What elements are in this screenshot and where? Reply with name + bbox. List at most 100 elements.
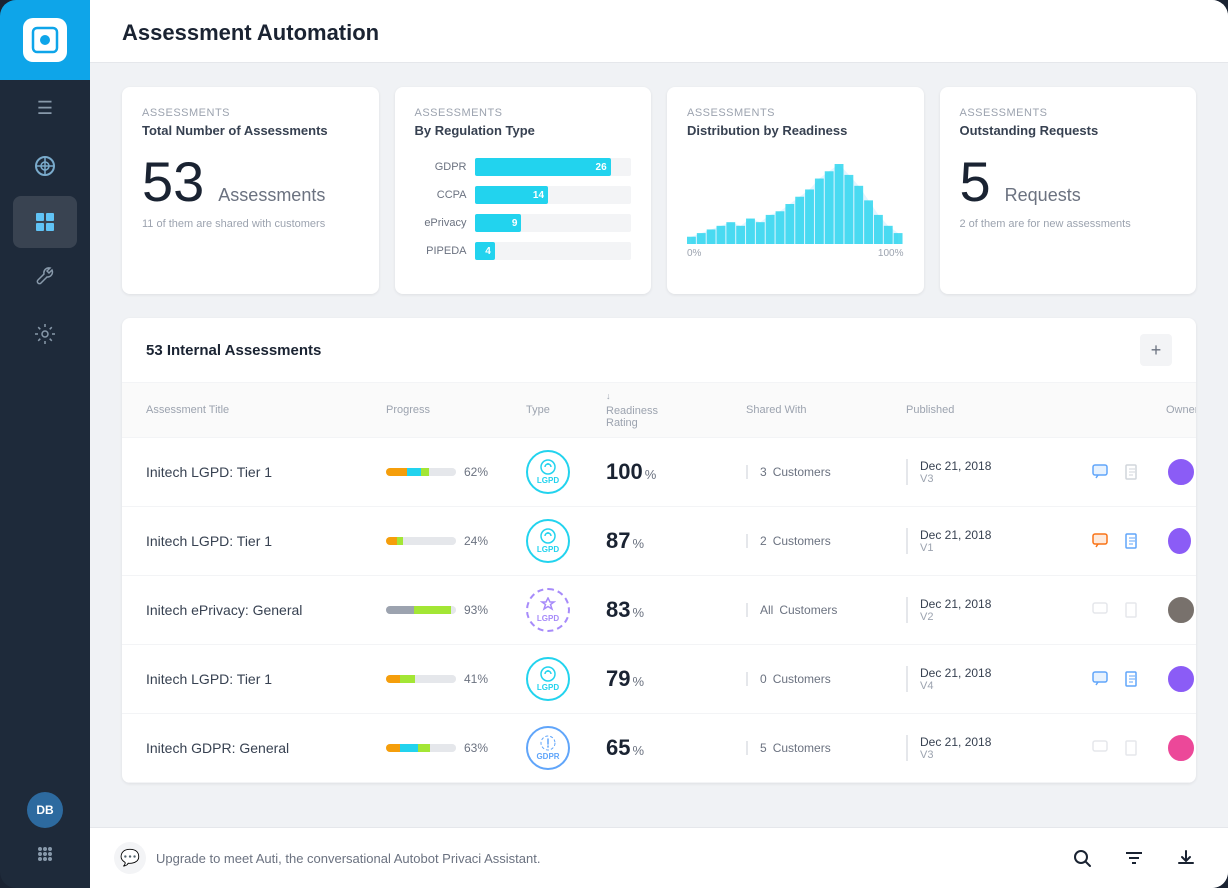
stat-title-regulation: By Regulation Type — [415, 123, 632, 138]
shared-count: 3 — [760, 465, 767, 479]
bar-label: CCPA — [415, 189, 467, 201]
readiness-cell: 87 % — [606, 528, 746, 554]
total-unit: Assessments — [218, 185, 325, 206]
shared-label: Customers — [773, 672, 831, 686]
assessment-name: Initech LGPD: Tier 1 — [146, 464, 386, 480]
progress-segment — [386, 468, 407, 476]
progress-pct: 63% — [464, 741, 488, 755]
readiness-unit: % — [632, 536, 644, 551]
readiness-value: 87 — [606, 528, 630, 554]
owner-avatar — [1166, 526, 1193, 556]
progress-bar-wrapper: 24% — [386, 534, 526, 548]
assessment-name: Initech LGPD: Tier 1 — [146, 671, 386, 687]
owners-cell: +2 ⋮ — [1166, 526, 1196, 556]
user-avatar[interactable]: DB — [27, 792, 63, 828]
stat-title-total: Total Number of Assessments — [142, 123, 359, 138]
stat-card-total: Assessments Total Number of Assessments … — [122, 87, 379, 294]
add-button[interactable]: + — [1140, 334, 1172, 366]
outstanding-sub: 2 of them are for new assessments — [960, 218, 1177, 230]
table-row: Initech LGPD: Tier 1 41% LGPD 79 % 0 Cus… — [122, 645, 1196, 714]
col-assessment-title: Assessment Title — [146, 391, 386, 429]
distribution-chart — [687, 154, 904, 244]
file-action-btn[interactable] — [1118, 665, 1146, 693]
progress-track — [386, 537, 456, 545]
sidebar-item-dashboard[interactable] — [13, 196, 77, 248]
published-cell: Dec 21, 2018 V1 — [906, 528, 1086, 554]
logo-icon — [23, 18, 67, 62]
menu-toggle[interactable]: ☰ — [0, 84, 90, 132]
progress-pct: 41% — [464, 672, 488, 686]
type-cell: LGPD — [526, 588, 606, 632]
readiness-value: 79 — [606, 666, 630, 692]
readiness-unit: % — [632, 605, 644, 620]
stat-title-distribution: Distribution by Readiness — [687, 123, 904, 138]
readiness-unit: % — [632, 743, 644, 758]
progress-segments — [386, 675, 456, 683]
owner-avatar — [1166, 733, 1196, 763]
bar-fill: 9 — [475, 214, 522, 232]
table-header: 53 Internal Assessments + — [122, 318, 1196, 383]
type-cell: LGPD — [526, 519, 606, 563]
chat-action-btn[interactable] — [1086, 458, 1114, 486]
sidebar: ☰ — [0, 0, 90, 888]
chat-action-btn[interactable] — [1086, 527, 1114, 555]
progress-segments — [386, 606, 456, 614]
pub-version: V1 — [920, 542, 1086, 554]
main-content: Assessment Automation Assessments Total … — [90, 0, 1228, 888]
shared-count: All — [760, 603, 773, 617]
file-action-btn[interactable] — [1118, 458, 1146, 486]
published-cell: Dec 21, 2018 V2 — [906, 597, 1086, 623]
type-label: LGPD — [537, 476, 559, 485]
readiness-unit: % — [645, 467, 657, 482]
progress-track — [386, 468, 456, 476]
published-cell: Dec 21, 2018 V3 — [906, 735, 1086, 761]
sidebar-item-settings[interactable] — [13, 308, 77, 360]
col-type: Type — [526, 391, 606, 429]
chat-action-btn[interactable] — [1086, 665, 1114, 693]
progress-segment — [400, 744, 418, 752]
shared-cell: All Customers — [746, 603, 906, 617]
dot-grid-icon[interactable] — [27, 836, 63, 872]
progress-remaining — [430, 744, 456, 752]
search-icon-btn[interactable] — [1064, 840, 1100, 876]
filter-icon-btn[interactable] — [1116, 840, 1152, 876]
owner-avatar — [1166, 595, 1196, 625]
total-sub: 11 of them are shared with customers — [142, 218, 359, 230]
export-icon-btn[interactable] — [1168, 840, 1204, 876]
readiness-value: 100 — [606, 459, 643, 485]
progress-remaining — [415, 675, 456, 683]
readiness-cell: 65 % — [606, 735, 746, 761]
type-label: LGPD — [537, 683, 559, 692]
table-row: Initech LGPD: Tier 1 62% LGPD 100 % 3 Cu… — [122, 438, 1196, 507]
stat-label-regulation: Assessments — [415, 107, 632, 119]
file-action-btn[interactable] — [1118, 527, 1146, 555]
pub-date: Dec 21, 2018 — [920, 459, 1086, 473]
pub-date: Dec 21, 2018 — [920, 735, 1086, 749]
progress-pct: 62% — [464, 465, 488, 479]
progress-segments — [386, 537, 456, 545]
chat-placeholder — [1086, 734, 1114, 762]
assessment-name: Initech ePrivacy: General — [146, 602, 386, 618]
stats-row: Assessments Total Number of Assessments … — [122, 87, 1196, 294]
type-badge: LGPD — [526, 588, 570, 632]
pub-version: V3 — [920, 473, 1086, 485]
stat-label-distribution: Assessments — [687, 107, 904, 119]
shared-cell: 0 Customers — [746, 672, 906, 686]
bar-row: GDPR 26 — [415, 158, 632, 176]
table-row: Initech ePrivacy: General 93% LGPD 83 % … — [122, 576, 1196, 645]
assessments-table: 53 Internal Assessments + Assessment Tit… — [122, 318, 1196, 783]
sidebar-item-privacy[interactable] — [13, 140, 77, 192]
progress-segments — [386, 744, 456, 752]
sidebar-item-tools[interactable] — [13, 252, 77, 304]
type-cell: GDPR — [526, 726, 606, 770]
owner-avatar — [1166, 664, 1196, 694]
bar-fill: 4 — [475, 242, 495, 260]
progress-segment — [386, 606, 414, 614]
actions-cell — [1086, 665, 1166, 693]
owners-cell: ⋮ — [1166, 733, 1196, 763]
shared-label: Customers — [773, 534, 831, 548]
progress-segment — [421, 468, 429, 476]
progress-track — [386, 675, 456, 683]
progress-segments — [386, 468, 456, 476]
progress-segment — [407, 468, 421, 476]
